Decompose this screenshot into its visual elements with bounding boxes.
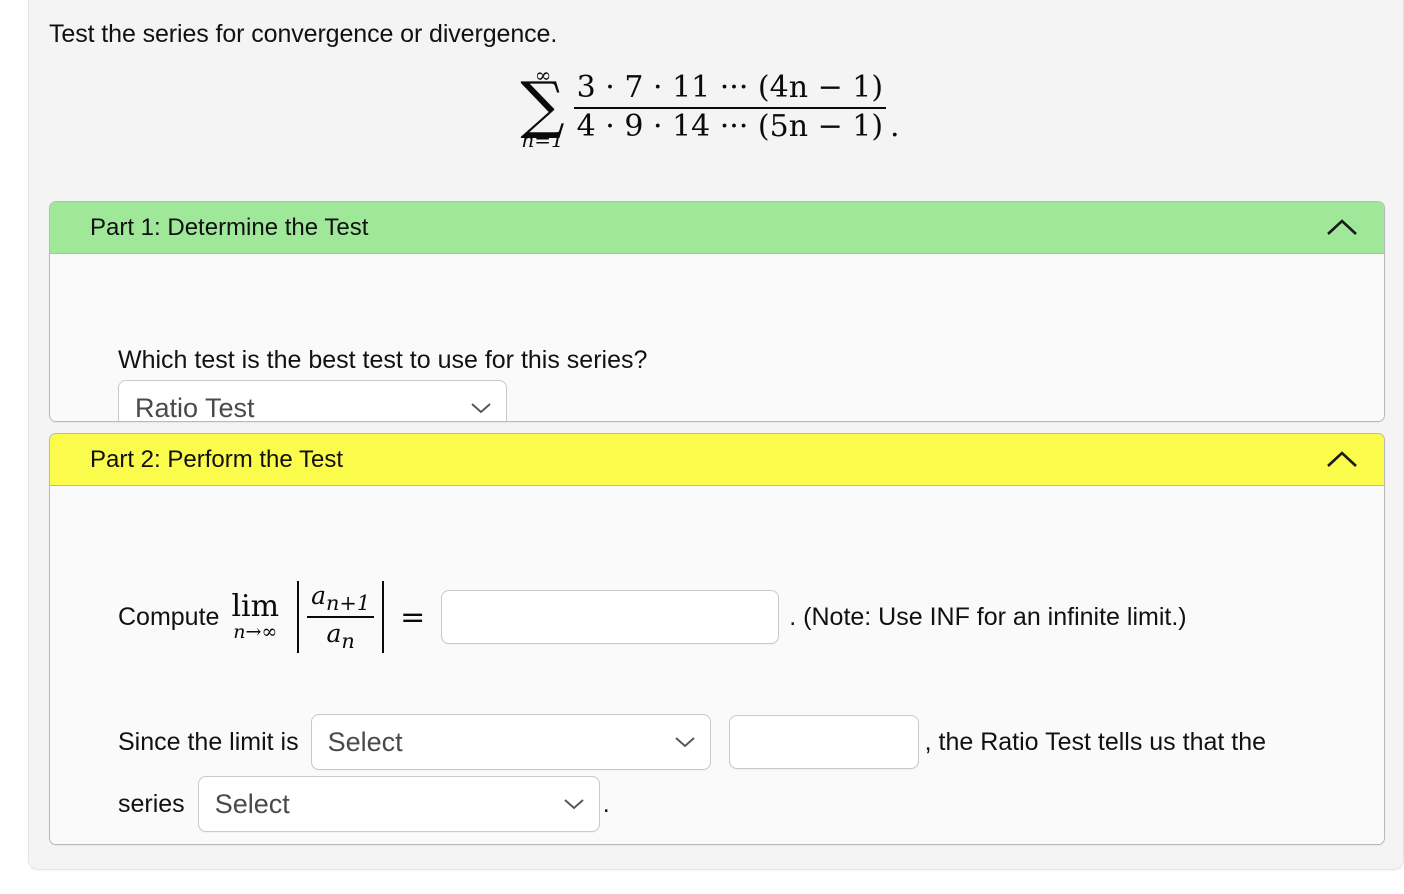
chevron-up-icon[interactable] xyxy=(1322,216,1362,240)
since-limit-label: Since the limit is xyxy=(118,727,299,756)
test-select-row: Ratio Test . xyxy=(118,380,516,422)
part-2-panel: Part 2: Perform the Test Compute lim n→∞ xyxy=(49,433,1385,845)
a-symbol-denominator: a xyxy=(326,619,342,649)
ratio-numerator: an+1 xyxy=(307,580,374,616)
part-1-trailing-period: . xyxy=(509,407,516,422)
compute-limit-row: Compute lim n→∞ an+1 an = . (Note: Use I… xyxy=(118,580,1187,654)
part-1-title: Part 1: Determine the Test xyxy=(90,213,369,241)
series-result-wrapper: Select xyxy=(197,776,600,832)
a-subscript-denominator: n xyxy=(341,629,355,654)
a-subscript-numerator: n+1 xyxy=(326,591,371,615)
absolute-value-bars: an+1 an xyxy=(289,580,392,654)
test-select-wrapper: Ratio Test xyxy=(118,380,507,421)
best-test-select[interactable]: Ratio Test xyxy=(118,380,507,421)
ratio-denominator: an xyxy=(322,618,358,654)
lim-text: lim xyxy=(231,589,280,625)
lim-subscript: n→∞ xyxy=(233,621,278,644)
abs-bar-right xyxy=(382,581,385,654)
part-1-body: Which test is the best test to use for t… xyxy=(50,254,1384,421)
series-label: series xyxy=(118,789,185,818)
summation-lower-limit: n=1 xyxy=(521,128,564,153)
compare-value-input[interactable] xyxy=(728,715,919,769)
series-result-select[interactable]: Select xyxy=(197,776,600,832)
part-2-title: Part 2: Perform the Test xyxy=(90,445,343,473)
ratio-test-tells-label: , the Ratio Test tells us that the xyxy=(924,727,1267,756)
limit-note: . (Note: Use INF for an infinite limit.) xyxy=(789,602,1187,631)
series-trailing-period: . xyxy=(602,789,610,818)
limit-value-input[interactable] xyxy=(441,590,780,645)
sigma-icon: ∑ xyxy=(520,68,565,141)
series-trailing-period: . xyxy=(890,109,900,145)
series-result-row: series Select . xyxy=(118,776,610,832)
page-title: Test the series for convergence or diver… xyxy=(49,20,558,48)
summation-symbol: ∞ ∑ n=1 xyxy=(520,65,564,150)
part-1-panel: Part 1: Determine the Test Which test is… xyxy=(49,201,1385,422)
part-1-header[interactable]: Part 1: Determine the Test xyxy=(50,202,1384,254)
a-symbol-numerator: a xyxy=(311,581,326,610)
limit-compare-select[interactable]: Select xyxy=(310,714,711,770)
limit-expression: lim n→∞ an+1 an = xyxy=(231,580,441,654)
ratio-fraction: an+1 an xyxy=(307,580,375,654)
chevron-up-icon[interactable] xyxy=(1322,448,1362,472)
part-1-question: Which test is the best test to use for t… xyxy=(118,346,648,374)
equals-sign: = xyxy=(400,599,426,635)
problem-card: Test the series for convergence or diver… xyxy=(28,0,1404,870)
series-formula: ∞ ∑ n=1 3 · 7 · 11 ··· (4n − 1) 4 · 9 · … xyxy=(29,65,1403,150)
since-limit-row: Since the limit is Select , the Ratio Te… xyxy=(118,714,1266,770)
compute-label: Compute xyxy=(118,602,220,631)
limit-operator: lim n→∞ xyxy=(231,592,279,642)
part-2-body: Compute lim n→∞ an+1 an = . (Note: Use I… xyxy=(50,486,1384,844)
series-denominator: 4 · 9 · 14 ··· (5n − 1) xyxy=(576,108,884,144)
limit-compare-wrapper: Select xyxy=(310,714,711,770)
series-fraction: 3 · 7 · 11 ··· (4n − 1) 4 · 9 · 14 ··· (… xyxy=(573,70,887,145)
series-numerator: 3 · 7 · 11 ··· (4n − 1) xyxy=(576,70,884,106)
abs-bar-left xyxy=(297,581,300,654)
part-2-header[interactable]: Part 2: Perform the Test xyxy=(50,434,1384,486)
